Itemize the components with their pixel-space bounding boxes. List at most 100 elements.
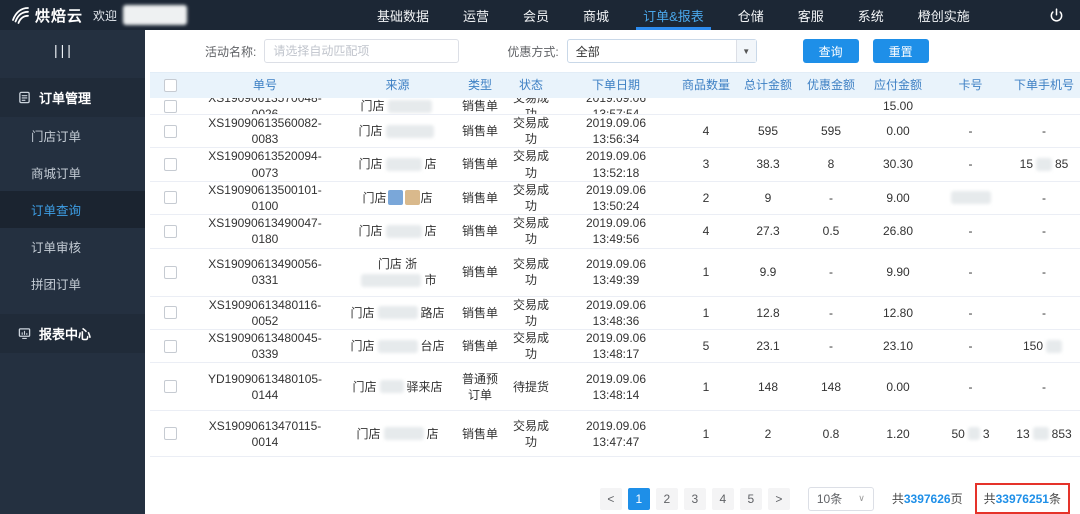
row-checkbox[interactable] [163,224,177,238]
cell-text: 13 [1016,426,1030,441]
row-checkbox[interactable] [163,158,177,172]
cell-discount-amount: - [799,264,863,280]
page-button-2[interactable]: 2 [655,487,678,510]
cell-payable-amount: 9.90 [863,264,933,280]
sidebar-item-3[interactable]: 订单审核 [0,228,145,265]
cell-order-date: 2019.09.06 13:52:18 [557,148,675,180]
total-pages-text: 共3397626页 [892,490,963,507]
page-button-1[interactable]: 1 [627,487,650,510]
prev-page-button[interactable]: < [599,487,622,510]
topnav-item-8[interactable]: 橙创实施 [901,0,987,30]
total-records-suffix: 条 [1048,492,1061,507]
cell-card-no: - [933,223,1008,239]
redacted-text [950,191,991,205]
cell-text: - [1042,224,1046,239]
cell-order-no: XS19090613470115-0014 [190,418,340,450]
cell-order-no: XS19090613490047-0180 [190,215,340,247]
row-checkbox[interactable] [163,124,177,138]
cell-discount-amount: 0.8 [799,426,863,442]
cell-text: 门店 浙 [377,256,418,271]
topnav-item-7[interactable]: 系统 [841,0,901,30]
cell-text: - [968,264,973,279]
topnav-item-4[interactable]: 订单&报表 [626,0,721,30]
redacted-text [383,427,424,441]
topnav-item-2[interactable]: 会员 [506,0,566,30]
cell-text: 销售单 [461,190,498,205]
header-cell-order-date: 下单日期 [591,78,640,93]
page-button-3[interactable]: 3 [683,487,706,510]
redacted-text [1032,427,1049,441]
cell-source: 门店 [340,123,455,139]
redacted-color-block [387,190,403,206]
sidebar-item-0[interactable]: 门店订单 [0,117,145,154]
activity-name-input[interactable] [264,39,460,63]
page-button-4[interactable]: 4 [711,487,734,510]
header-cell-status: 状态 [518,78,543,93]
table-row: XS19090613500101-0100 门店 店 销售单 交易成功 2019.09.0… [150,181,1080,216]
row-checkbox[interactable] [163,380,177,394]
row-checkbox[interactable] [163,339,177,353]
cell-text: 台店 [420,338,445,353]
cell-text: 交易成功 [513,98,549,115]
cell-text: 9 [764,190,772,205]
sidebar-section-order-management[interactable]: 订单管理 [0,78,145,117]
row-checkbox[interactable] [163,265,177,279]
cell-text: XS19090613470115-0014 [208,418,322,449]
cell-total-amount: 9 [737,190,799,206]
page-size-value: 10条 [816,492,843,507]
power-icon[interactable] [1049,7,1064,23]
sidebar-item-4[interactable]: 拼团订单 [0,265,145,302]
cell-discount-amount: - [799,338,863,354]
redacted-text [385,124,434,138]
cell-text: 3 [702,157,710,172]
reset-button[interactable]: 重置 [872,39,929,63]
header-cell-checkbox [150,79,190,92]
discount-method-select[interactable]: 全部 ▼ [566,39,757,63]
select-all-checkbox[interactable] [163,79,177,92]
sidebar: ||| 订单管理 门店订单 商城订单 订单查询 订单审核 拼团订单 报表中心 [0,30,145,514]
cell-text: XS19090613500101-0100 [208,182,322,213]
table-row: XS19090613470115-0014 门店 店 销售单 交易成功 2019.09.0… [150,411,1080,458]
report-icon [18,328,31,339]
cell-discount-amount: 0.5 [799,223,863,239]
redacted-text [387,99,432,113]
table-row: XS19090613520094-0073 门店 店 销售单 交易成功 2019.09.0… [150,148,1080,182]
cell-text: 交易成功 [512,149,549,180]
query-button[interactable]: 查询 [802,39,859,63]
sidebar-section-report-center[interactable]: 报表中心 [0,314,145,353]
cell-text: 门店 [360,98,385,113]
row-checkbox[interactable] [163,427,177,441]
table-row: XS19090613480045-0339 门店 台店 销售单 交易成功 2019.09.… [150,329,1080,364]
sidebar-item-1[interactable]: 商城订单 [0,154,145,191]
page-size-select[interactable]: 10条 ∨ [807,486,874,511]
row-checkbox[interactable] [163,191,177,205]
cell-order-date: 2019.09.06 13:48:36 [557,297,675,329]
cell-text: - [829,305,833,320]
total-pages-prefix: 共 [891,492,904,507]
cell-text: - [968,224,973,239]
page-button-5[interactable]: 5 [739,487,762,510]
cell-card-no: - [933,338,1008,354]
sidebar-item-2[interactable]: 订单查询 [0,191,145,228]
topnav-menu: 基础数据 运营 会员 商城 订单&报表 仓储 客服 系统 橙创实施 [360,0,1043,30]
table-row: XS19090613560082-0083 门店 销售单 交易成功 2019.09.06… [150,115,1080,149]
cell-checkbox [150,306,190,320]
welcome-text: 欢迎 [93,8,118,23]
cell-quantity: 1 [675,305,737,321]
cell-text: YD19090613480105-0144 [207,371,323,402]
next-page-button[interactable]: > [767,487,790,510]
cell-phone: - [1008,123,1080,139]
topnav-item-0[interactable]: 基础数据 [360,0,446,30]
cell-type: 销售单 [455,426,505,442]
cell-text: 15 [1019,157,1033,172]
topnav-item-5[interactable]: 仓储 [721,0,781,30]
cell-card-no: - [933,305,1008,321]
topnav-item-6[interactable]: 客服 [781,0,841,30]
cell-order-date: 2019.09.06 13:49:56 [557,215,675,247]
row-checkbox[interactable] [163,99,177,113]
topnav-item-1[interactable]: 运营 [446,0,506,30]
cell-text: 1 [702,305,710,320]
topnav-item-3[interactable]: 商城 [566,0,626,30]
sidebar-collapse-icon[interactable]: ||| [0,30,145,78]
row-checkbox[interactable] [163,306,177,320]
